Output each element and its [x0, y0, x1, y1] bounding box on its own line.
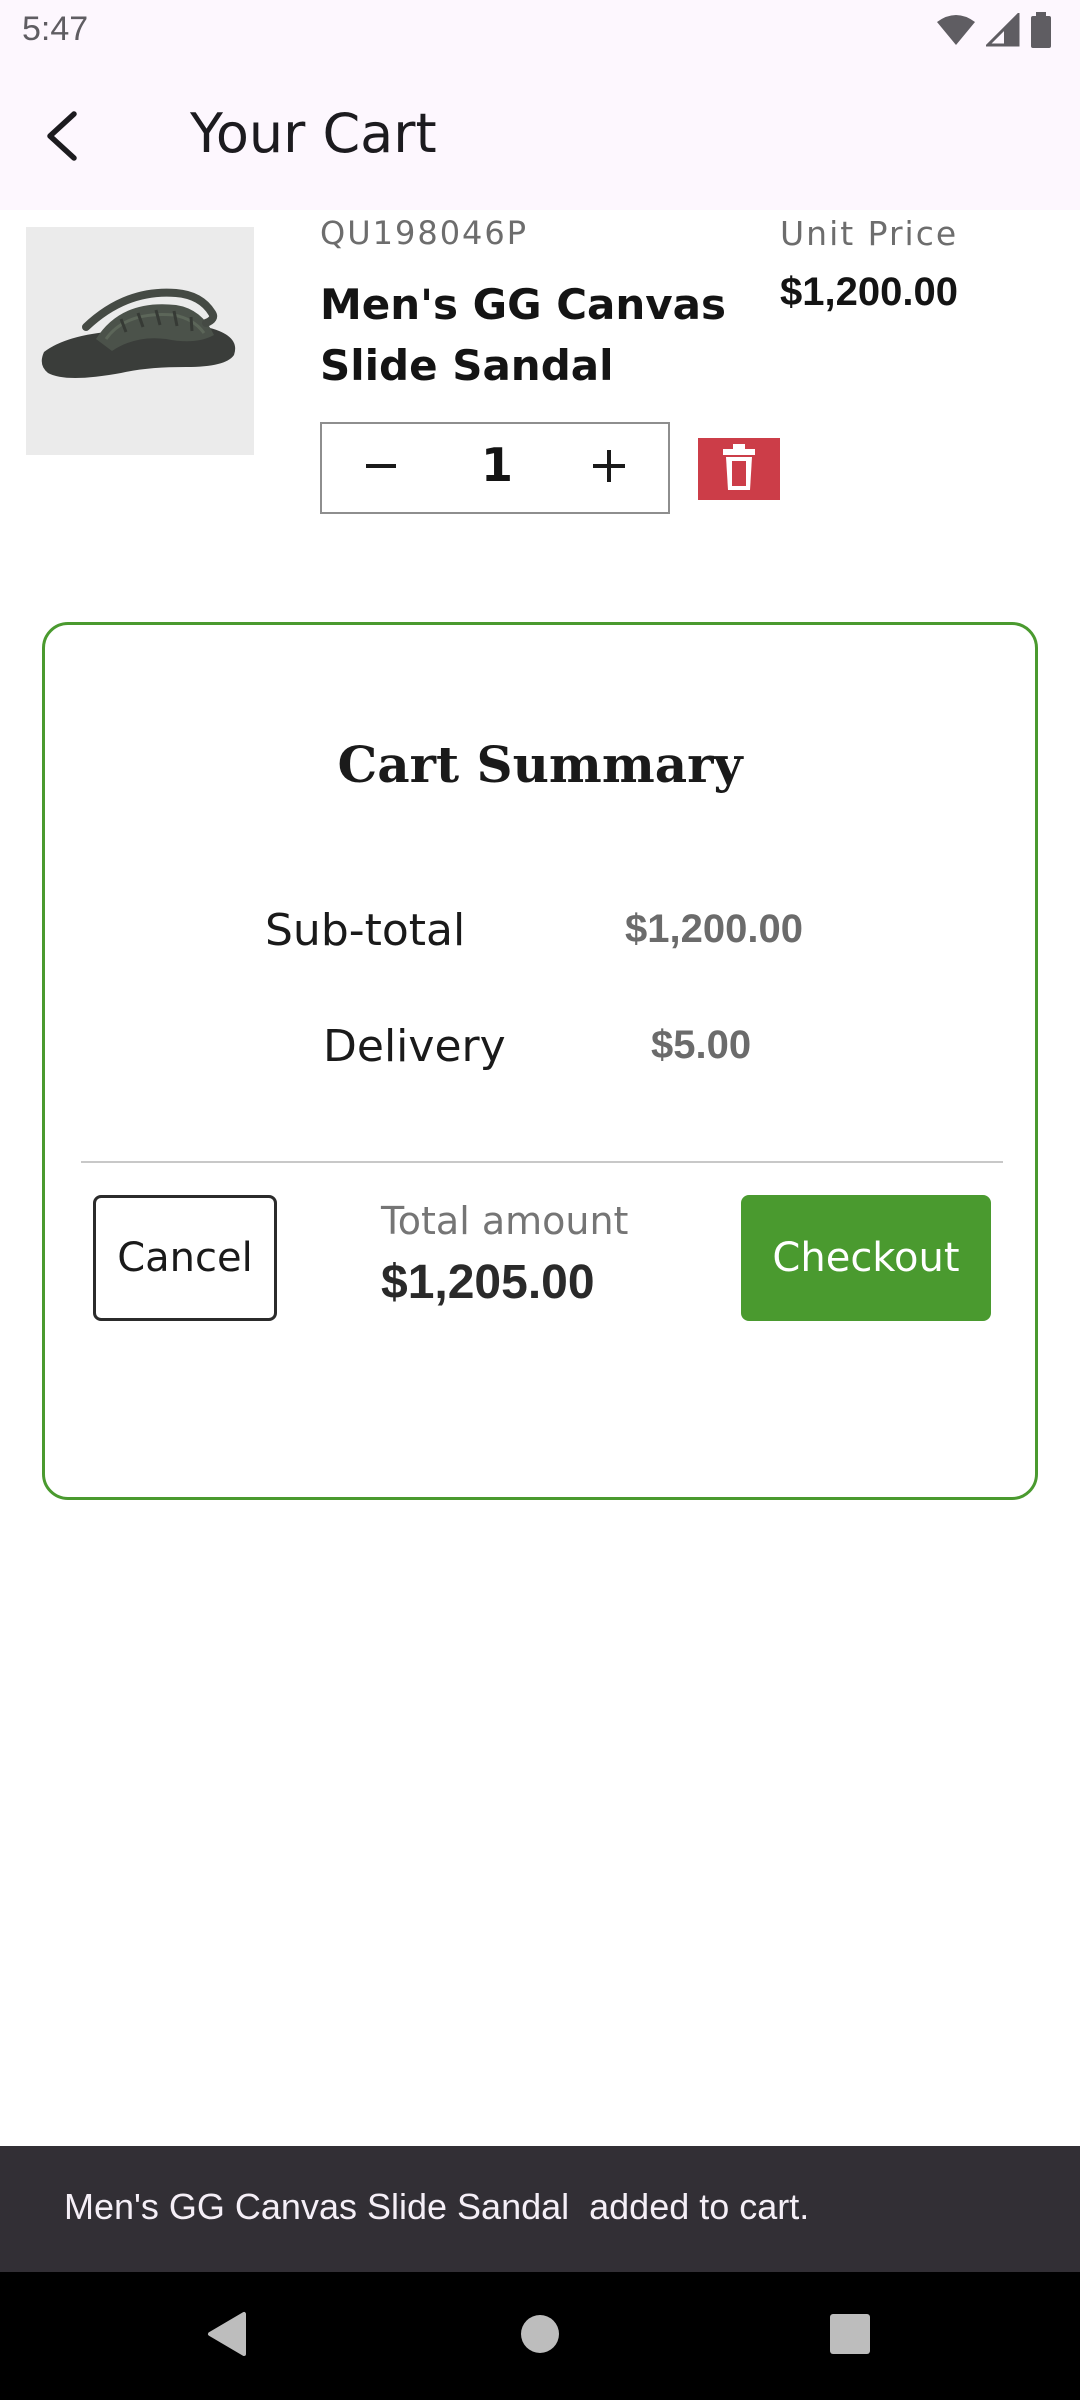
status-time: 5:47: [22, 10, 89, 48]
snackbar: Men's GG Canvas Slide Sandal added to ca…: [0, 2146, 1080, 2272]
subtotal-label: Sub-total: [265, 905, 466, 956]
cart-screen: 5:47 Your Cart QU198046P Men's GG Canvas…: [0, 0, 1080, 2400]
total-amount-label: Total amount: [381, 1199, 629, 1243]
nav-back-icon: [204, 2310, 248, 2363]
slide-sandal-image: [41, 288, 236, 378]
summary-divider: [81, 1161, 1003, 1163]
battery-icon: [1030, 11, 1052, 53]
system-nav-bar: [0, 2272, 1080, 2400]
delivery-value: $5.00: [651, 1023, 752, 1067]
status-icons: [936, 10, 1052, 53]
signal-icon: [984, 10, 1020, 52]
cart-summary-card: Cart Summary Sub-total $1,200.00 Deliver…: [42, 622, 1038, 1500]
delete-item-button[interactable]: [698, 438, 780, 500]
quantity-value: 1: [480, 438, 513, 492]
trash-icon: [721, 443, 757, 496]
unit-price-value: $1,200.00: [780, 270, 958, 314]
product-sku: QU198046P: [320, 214, 529, 252]
nav-home-button[interactable]: [500, 2296, 580, 2376]
nav-recents-button[interactable]: [810, 2296, 890, 2376]
wifi-icon: [936, 13, 976, 52]
increase-quantity-button[interactable]: [554, 424, 664, 512]
unit-price-label: Unit Price: [780, 214, 959, 253]
cancel-button[interactable]: Cancel: [93, 1195, 277, 1321]
nav-recents-icon: [829, 2313, 871, 2360]
decrease-quantity-button[interactable]: [326, 424, 436, 512]
quantity-stepper: 1: [320, 422, 670, 514]
back-arrow-icon: [42, 110, 82, 167]
minus-icon: [363, 448, 399, 489]
cart-item: QU198046P Men's GG Canvas Slide Sandal U…: [0, 210, 1080, 540]
status-bar: 5:47: [0, 0, 1080, 64]
product-name: Men's GG Canvas Slide Sandal: [320, 280, 727, 390]
plus-icon: [591, 448, 627, 489]
cart-summary-title: Cart Summary: [337, 735, 743, 794]
app-bar: Your Cart: [0, 64, 1080, 210]
delivery-label: Delivery: [323, 1021, 506, 1072]
nav-back-button[interactable]: [186, 2296, 266, 2376]
subtotal-value: $1,200.00: [625, 907, 803, 951]
product-image[interactable]: [26, 227, 254, 455]
snackbar-message: Men's GG Canvas Slide Sandal added to ca…: [64, 2186, 810, 2227]
nav-home-icon: [520, 2314, 560, 2359]
checkout-button[interactable]: Checkout: [741, 1195, 991, 1321]
total-amount-value: $1,205.00: [381, 1256, 595, 1309]
page-title: Your Cart: [190, 102, 437, 165]
back-button[interactable]: [24, 100, 100, 176]
